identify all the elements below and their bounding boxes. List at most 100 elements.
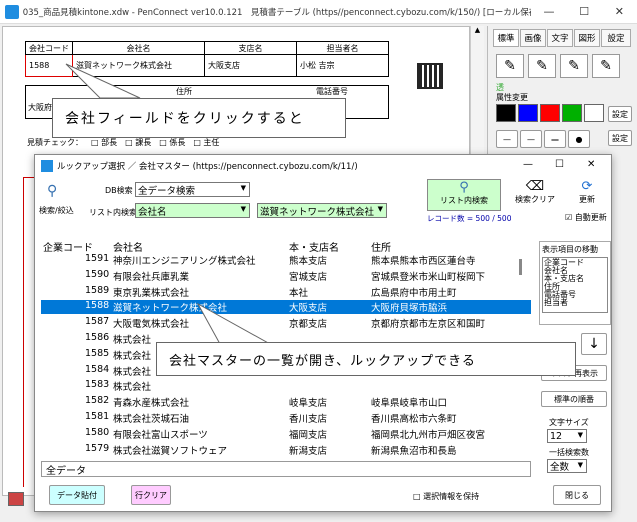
col-company-name[interactable]: 会社名 (113, 239, 143, 254)
tab-settings[interactable]: 設定 (601, 29, 631, 47)
color-settings-button[interactable]: 設定 (608, 106, 632, 122)
tab-text[interactable]: 文字 (547, 29, 573, 47)
line-thin-icon[interactable]: — (496, 130, 518, 148)
font-size-select[interactable]: 12 ▼ (547, 429, 587, 443)
tab-image[interactable]: 画像 (520, 29, 546, 47)
display-items-label: 表示項目の移動 (542, 245, 598, 254)
default-order-button[interactable]: 標準の順番 (541, 391, 607, 407)
tab-shape[interactable]: 図形 (574, 29, 600, 47)
maximize-button[interactable]: ☐ (567, 0, 602, 24)
check-bucho[interactable]: □ 部長 (91, 137, 117, 148)
list-search-button[interactable]: ⚲ リスト内検索 (427, 179, 501, 211)
move-down-button[interactable]: ↓ (581, 333, 607, 355)
eraser-tool-icon[interactable]: ✎ (592, 54, 620, 78)
branch-field[interactable]: 大阪支店 (204, 54, 297, 77)
color-green[interactable] (562, 104, 582, 122)
list-row[interactable]: 1589 東京乳業株式会社 本社 広島県府中市用土町 (41, 285, 531, 299)
dialog-app-icon (41, 160, 53, 172)
row-company-name: 株式会社 (113, 350, 152, 362)
line-dot-icon[interactable]: ● (568, 130, 590, 148)
row-branch: 香川支店 (289, 414, 328, 425)
highlighter-tool-icon[interactable]: ✎ (560, 54, 588, 78)
db-search-value: 全データ検索 (138, 185, 196, 197)
clear-row-button[interactable]: 行クリア (131, 485, 171, 505)
list-row[interactable]: 1581 株式会社茨城石油 香川支店 香川県高松市六条町 (41, 411, 531, 425)
dialog-title: ルックアップ選択 ／ 会社マスター (https://penconnect.cy… (57, 162, 358, 172)
pen-tool-icon[interactable]: ✎ (496, 54, 524, 78)
search-narrow-icon[interactable]: ⚲ (47, 183, 71, 203)
col-address[interactable]: 住所 (371, 239, 391, 254)
list-row[interactable]: 1587 大阪電気株式会社 京都支店 京都府京都市左京区和国町 (41, 316, 531, 330)
row-company-code: 1581 (85, 411, 110, 422)
window-title: 035_商品見積kintone.xdw - PenConnect ver10.0… (22, 7, 532, 18)
minimize-button[interactable]: — (531, 0, 566, 24)
db-search-select[interactable]: 全データ検索 ▼ (135, 182, 250, 197)
row-company-name: 株式会社 (113, 382, 152, 394)
checks-label: 見積チェック： (27, 138, 83, 147)
col-branch[interactable]: 本・支店名 (289, 239, 339, 254)
color-white[interactable] (584, 104, 604, 122)
check-kacho[interactable]: □ 課長 (125, 137, 151, 148)
callout-first-pointer (65, 63, 141, 99)
list-search-field-value: 会社名 (138, 206, 167, 218)
header-person: 担当者名 (296, 41, 389, 55)
dialog-titlebar: ルックアップ選択 ／ 会社マスター (https://penconnect.cy… (35, 155, 611, 177)
color-red[interactable] (540, 104, 560, 122)
close-button[interactable]: ✕ (602, 0, 637, 24)
list-search-button-label: リスト内検索 (440, 196, 488, 205)
dialog-close-button[interactable]: ✕ (587, 159, 595, 170)
search-narrow-label[interactable]: 検索/絞込 (39, 205, 74, 216)
person-field[interactable]: 小松 吉宗 (296, 54, 389, 77)
line-medium-icon[interactable]: — (520, 130, 542, 148)
font-size-value: 12 (550, 430, 563, 442)
row-company-code: 1579 (85, 442, 110, 454)
attribute-change[interactable]: 属性変更 (496, 92, 528, 103)
close-dialog-button[interactable]: 閉じる (553, 485, 601, 505)
line-thick-icon[interactable]: — (544, 130, 566, 148)
row-company-code: 1584 (85, 363, 110, 375)
list-search-value-select[interactable]: 滋賀ネットワーク株式会社 ▼ (257, 203, 387, 218)
list-row[interactable]: 1582 青森水産株式会社 岐阜支店 岐阜県岐阜市山口 (41, 395, 531, 409)
list-row[interactable]: 1591 神奈川エンジニアリング株式会社 熊本支店 熊本県熊本市西区蓮台寺 (41, 253, 531, 267)
scroll-up-icon[interactable]: ▲ (471, 26, 484, 34)
line-settings-button[interactable]: 設定 (608, 130, 632, 146)
row-address: 岐阜県岐阜市山口 (371, 398, 448, 410)
color-blue[interactable] (518, 104, 538, 122)
check-kakaricho[interactable]: □ 係長 (159, 137, 185, 148)
dialog-maximize-button[interactable]: ☐ (555, 159, 564, 170)
main-titlebar: 035_商品見積kintone.xdw - PenConnect ver10.0… (0, 0, 637, 24)
row-company-name: 株式会社滋賀ソフトウェア (113, 445, 228, 457)
db-search-label: DB検索 (105, 186, 133, 195)
clear-search-button[interactable]: ⌫ 検索クリア (513, 179, 557, 211)
footer-all-data[interactable]: 全データ (41, 461, 531, 477)
callout-second: 会社マスターの一覧が開き、ルックアップできる (156, 342, 576, 376)
address-field[interactable]: 大阪府 (28, 102, 52, 113)
list-row[interactable]: 1579 株式会社滋賀ソフトウェア 新潟支店 新潟県魚沼市和長島 (41, 443, 531, 457)
dialog-minimize-button[interactable]: — (523, 159, 533, 170)
check-shunin[interactable]: □ 主任 (193, 137, 219, 148)
list-row[interactable]: 1588 滋賀ネットワーク株式会社 大阪支店 大阪府貝塚市脇浜 (41, 300, 531, 314)
list-row[interactable]: 1583 株式会社 (41, 379, 531, 393)
display-count-select[interactable]: 全数 ▼ (547, 459, 587, 473)
display-items-list[interactable]: 企業コード 会社名 本・支店名 住所 電話番号 担当者 (542, 257, 608, 313)
list-row[interactable]: 1590 有限会社兵庫乳業 宮城支店 宮城県登米市米山町桜岡下 (41, 269, 531, 283)
paste-data-button[interactable]: データ貼付 (49, 485, 105, 505)
estimate-checks: 見積チェック： □ 部長 □ 課長 □ 係長 □ 主任 (27, 137, 219, 148)
refresh-icon: ⟳ (581, 179, 593, 194)
list-search-field-select[interactable]: 会社名 ▼ (135, 203, 250, 218)
display-item[interactable]: 担当者 (544, 299, 606, 307)
row-company-name: 有限会社兵庫乳業 (113, 271, 190, 283)
tab-standard[interactable]: 標準 (493, 29, 519, 47)
list-row[interactable]: 1580 有限会社富山スポーツ 福岡支店 福岡県北九州市戸畑区夜宮 (41, 427, 531, 441)
auto-refresh-checkbox[interactable]: ☑ 自動更新 (565, 212, 607, 223)
col-company-code[interactable]: 企業コード (43, 239, 93, 254)
color-black[interactable] (496, 104, 516, 122)
record-count: レコード数 = 500 / 500 (427, 214, 512, 223)
list-scrollbar-thumb[interactable] (519, 259, 522, 275)
marker-tool-icon[interactable]: ✎ (528, 54, 556, 78)
keep-selection-checkbox[interactable]: □ 選択情報を保持 (413, 491, 479, 502)
row-company-code: 1591 (85, 253, 110, 264)
refresh-button[interactable]: ⟳ 更新 (567, 179, 607, 211)
print-icon[interactable] (8, 492, 24, 506)
row-company-name: 株式会社 (113, 366, 152, 378)
